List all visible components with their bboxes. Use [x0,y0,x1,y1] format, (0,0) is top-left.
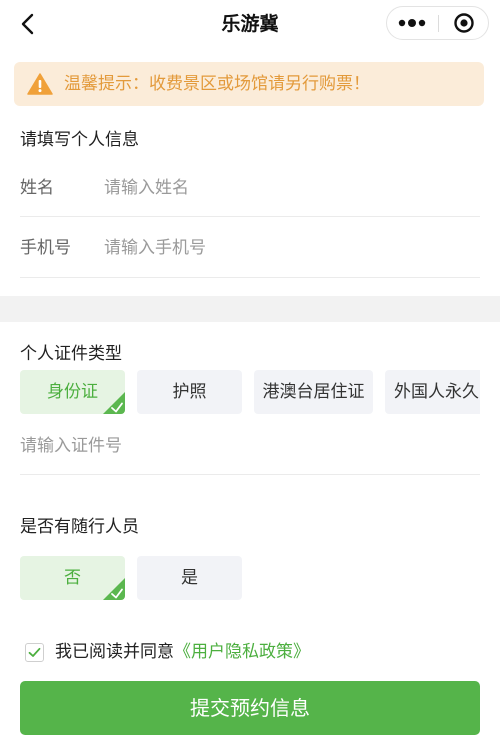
companions-option-no[interactable]: 否 [20,556,125,600]
phone-field-row: 手机号 [20,234,480,278]
id-option-id-card[interactable]: 身份证 [20,370,125,414]
id-number-underline [20,474,480,475]
companions-title: 是否有随行人员 [20,517,139,537]
companions-options: 否 是 [20,556,480,600]
phone-input[interactable] [104,234,464,262]
notice-banner: 温馨提示：收费景区或场馆请另行购票！ [14,62,484,106]
id-option-residence-permit-label: 港澳台居住证 [262,382,365,402]
agreement-label: 我已阅读并同意 [55,642,174,662]
agreement-text: 我已阅读并同意《用户隐私政策》 [55,640,310,664]
check-corner-icon [103,392,125,414]
top-navigation-bar: 乐游冀 [0,0,500,48]
page-title: 乐游冀 [221,13,279,35]
name-label: 姓名 [20,178,54,198]
submit-button[interactable]: 提交预约信息 [20,681,480,735]
mini-program-capsule [386,6,489,40]
section-divider-band [0,296,500,322]
id-option-foreigner-permanent-label: 外国人永久 [394,382,479,402]
companions-option-yes[interactable]: 是 [137,556,242,600]
id-option-foreigner-permanent[interactable]: 外国人永久 [385,370,480,414]
id-number-input[interactable] [20,432,460,460]
agreement-checkbox[interactable] [25,643,44,662]
id-option-residence-permit[interactable]: 港澳台居住证 [254,370,373,414]
name-field-row: 姓名 [20,174,480,217]
checkmark-icon [28,647,41,657]
id-option-passport-label: 护照 [172,382,207,402]
id-type-title: 个人证件类型 [20,344,122,364]
id-option-passport[interactable]: 护照 [137,370,242,414]
chevron-left-icon[interactable] [12,8,44,40]
name-input[interactable] [104,174,464,202]
privacy-policy-link[interactable]: 《用户隐私政策》 [174,642,310,662]
phone-label: 手机号 [20,238,71,258]
warning-icon [27,72,53,96]
companions-option-yes-label: 是 [181,568,198,588]
companions-option-no-label: 否 [64,568,81,588]
id-type-options: 身份证 护照 港澳台居住证 外国人永久 [20,370,480,414]
check-corner-icon [103,578,125,600]
target-close-icon[interactable] [450,11,478,35]
notice-text: 温馨提示：收费景区或场馆请另行购票！ [64,74,370,94]
personal-info-title: 请填写个人信息 [20,130,139,150]
capsule-divider [438,15,439,32]
id-option-id-card-label: 身份证 [47,382,98,402]
more-dots-icon[interactable] [395,11,429,35]
